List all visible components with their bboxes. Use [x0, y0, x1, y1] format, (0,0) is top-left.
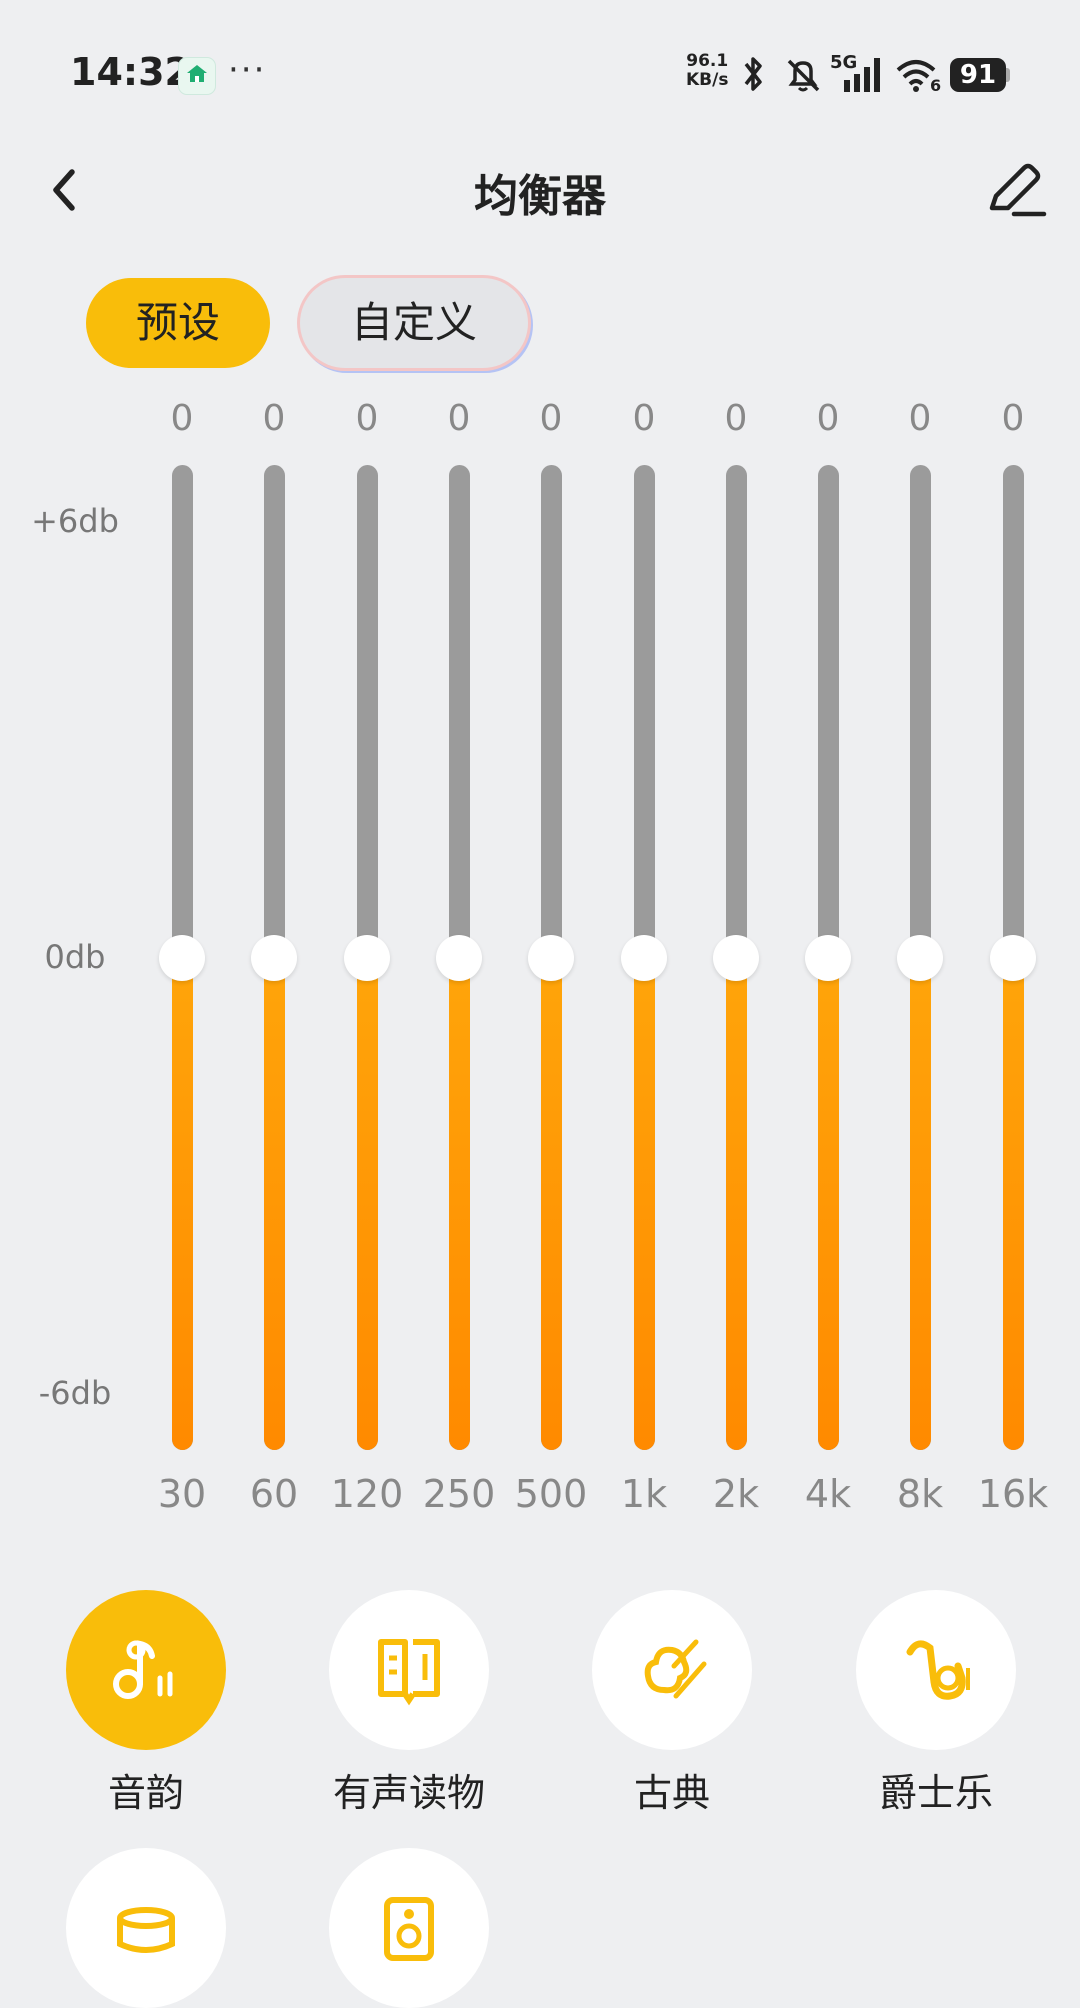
- band-value: 0: [355, 398, 379, 439]
- band-value: 0: [816, 398, 840, 439]
- band-value: 0: [632, 398, 656, 439]
- net-speed-unit: KB/s: [686, 70, 729, 90]
- band-freq-label: 60: [249, 1472, 299, 1516]
- band-freq-label: 1k: [620, 1472, 668, 1516]
- preset-label: 爵士乐: [878, 1771, 993, 1815]
- preset-label: 古典: [633, 1771, 710, 1815]
- tab-custom[interactable]: 自定义: [300, 278, 528, 368]
- band-knob[interactable]: [990, 934, 1036, 981]
- band-freq-label: 2k: [712, 1472, 760, 1516]
- band-freq-label: 16k: [977, 1472, 1049, 1516]
- edit-pencil-icon[interactable]: [984, 160, 1048, 220]
- band-value: 0: [262, 398, 286, 439]
- preset-circle[interactable]: [66, 1848, 226, 2008]
- band-value: 0: [908, 398, 932, 439]
- band-fill: [910, 957, 931, 1450]
- page-title: 均衡器: [474, 171, 606, 222]
- band-value: 0: [170, 398, 194, 439]
- band-value: 0: [724, 398, 748, 439]
- band-value: 0: [1001, 398, 1025, 439]
- preset-circle[interactable]: [856, 1590, 1016, 1750]
- band-freq-label: 120: [330, 1472, 404, 1516]
- band-fill: [1003, 957, 1024, 1450]
- status-time: 14:32: [70, 50, 191, 94]
- band-knob[interactable]: [897, 934, 943, 981]
- more-notifications: ···: [228, 50, 267, 90]
- band-knob[interactable]: [713, 934, 759, 981]
- preset-circle[interactable]: [66, 1590, 226, 1750]
- preset-label: 有声读物: [332, 1771, 485, 1815]
- band-knob[interactable]: [251, 934, 297, 981]
- band-freq-label: 4k: [804, 1472, 852, 1516]
- db-label-top: +6db: [31, 502, 119, 540]
- net-speed: 96.1 KB/s: [686, 52, 728, 90]
- net-speed-value: 96.1: [686, 51, 729, 71]
- band-freq-label: 30: [157, 1472, 207, 1516]
- db-label-bottom: -6db: [38, 1374, 112, 1412]
- band-fill: [818, 957, 839, 1450]
- band-freq-label: 250: [422, 1472, 496, 1516]
- band-knob[interactable]: [621, 934, 667, 981]
- mute-bell-icon: [787, 59, 820, 92]
- tab-preset[interactable]: 预设: [86, 278, 270, 368]
- band-knob[interactable]: [344, 934, 390, 981]
- preset-circle[interactable]: [592, 1590, 752, 1750]
- band-fill: [172, 957, 193, 1450]
- status-bar: 14:32 ··· 96.1 KB/s 5G 6 91: [0, 0, 1080, 150]
- band-fill: [357, 957, 378, 1450]
- preset-circle[interactable]: [329, 1590, 489, 1750]
- band-knob[interactable]: [436, 934, 482, 981]
- band-fill: [726, 957, 747, 1450]
- band-freq-label: 500: [514, 1472, 588, 1516]
- band-fill: [541, 957, 562, 1450]
- band-freq-label: 8k: [896, 1472, 944, 1516]
- battery-indicator: 91: [950, 58, 1006, 92]
- band-fill: [634, 957, 655, 1450]
- band-knob[interactable]: [528, 934, 574, 981]
- signal-icon: [844, 58, 880, 92]
- band-knob[interactable]: [805, 934, 851, 981]
- db-label-mid: 0db: [44, 938, 106, 976]
- battery-tip: [1006, 68, 1010, 82]
- band-fill: [449, 957, 470, 1450]
- band-value: 0: [539, 398, 563, 439]
- bluetooth-icon: [744, 57, 762, 91]
- preset-label: 音韵: [107, 1771, 184, 1815]
- band-knob[interactable]: [159, 934, 205, 981]
- band-fill: [264, 957, 285, 1450]
- band-value: 0: [447, 398, 471, 439]
- preset-circle[interactable]: [329, 1848, 489, 2008]
- wifi-sub: 6: [930, 76, 942, 95]
- home-app-icon: [178, 57, 216, 95]
- equalizer-panel: +6db 0db -6db 0 30 0 60 0 120 0 250 0 500 0 1k 0 2k 0 4…: [0, 390, 1080, 1530]
